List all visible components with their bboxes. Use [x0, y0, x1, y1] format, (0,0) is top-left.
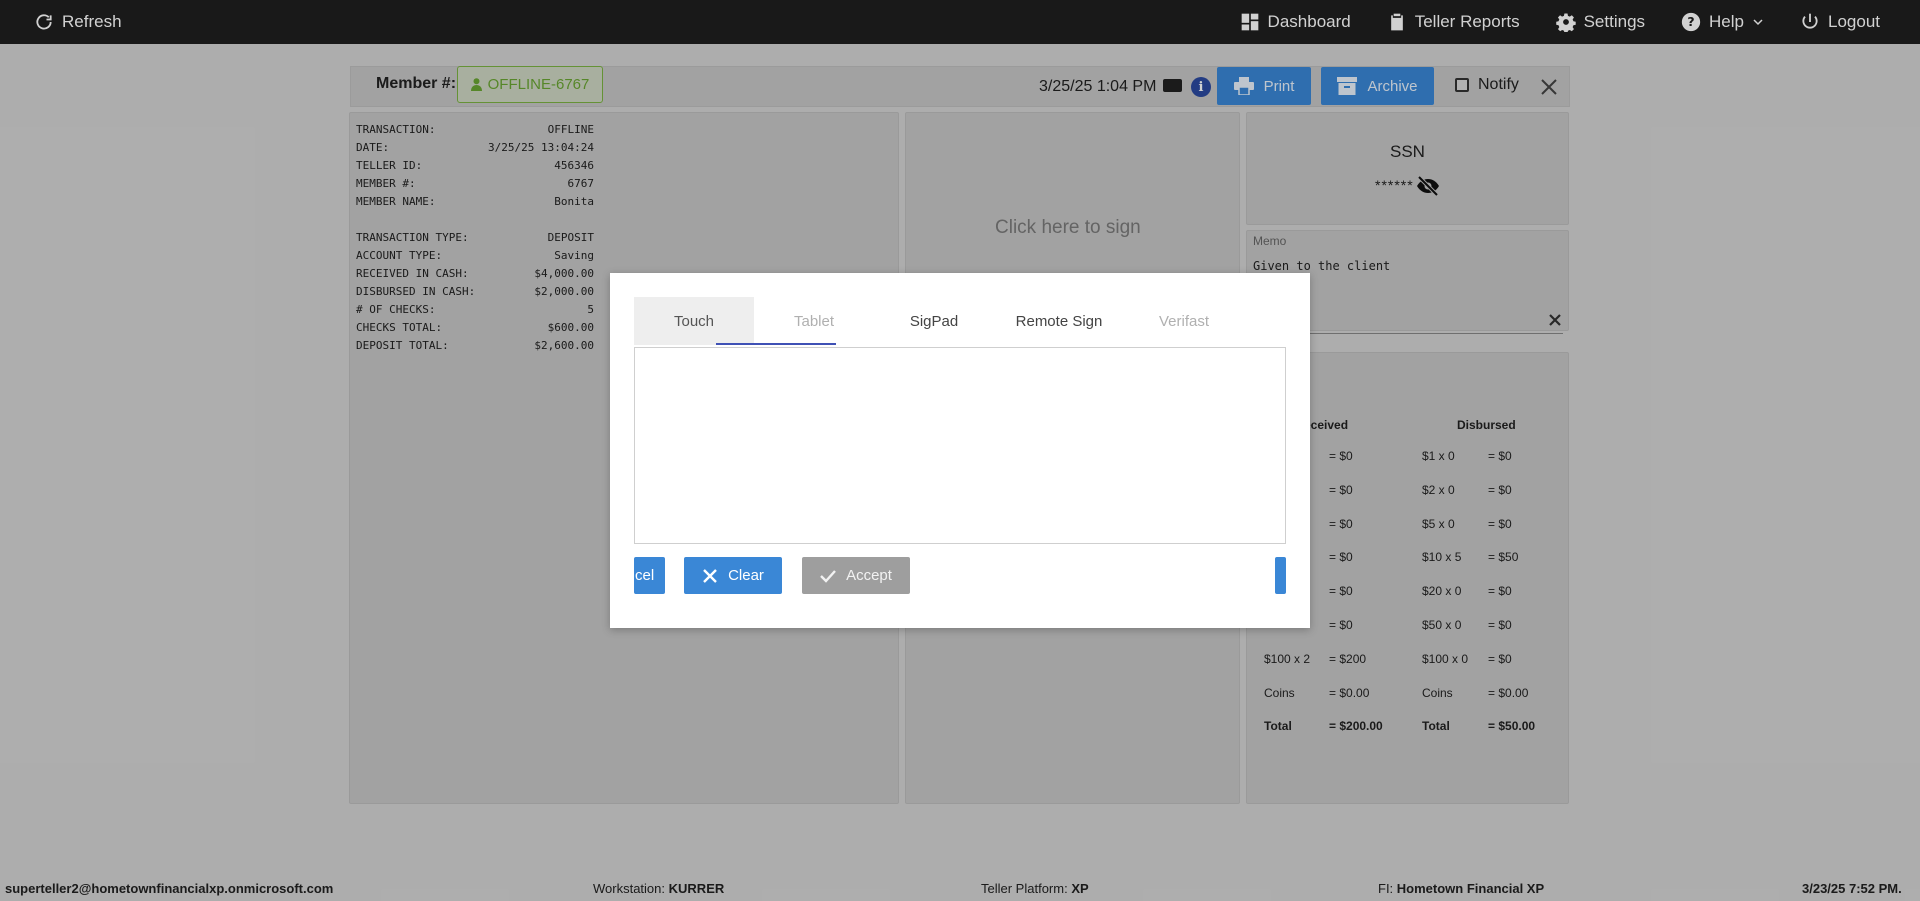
tab-remote-sign[interactable]: Remote Sign: [994, 297, 1124, 345]
signature-canvas[interactable]: [634, 347, 1286, 544]
clear-button[interactable]: Clear: [684, 557, 782, 594]
tab-sigpad[interactable]: SigPad: [874, 297, 994, 345]
tab-touch[interactable]: Touch: [634, 297, 754, 345]
close-icon: [703, 568, 717, 583]
tab-verifast[interactable]: Verifast: [1124, 297, 1244, 345]
cancel-label: cel: [635, 567, 655, 584]
tab-ink-bar: [716, 343, 836, 345]
signature-modal: Touch Tablet SigPad Remote Sign Verifast…: [610, 273, 1310, 628]
tab-tablet[interactable]: Tablet: [754, 297, 874, 345]
partial-button[interactable]: [1275, 557, 1286, 594]
clear-label: Clear: [728, 567, 764, 584]
signature-tabs: Touch Tablet SigPad Remote Sign Verifast: [634, 297, 1244, 345]
check-icon: [820, 569, 836, 583]
accept-label: Accept: [846, 567, 892, 584]
cancel-button[interactable]: cel: [634, 557, 665, 594]
accept-button[interactable]: Accept: [802, 557, 910, 594]
